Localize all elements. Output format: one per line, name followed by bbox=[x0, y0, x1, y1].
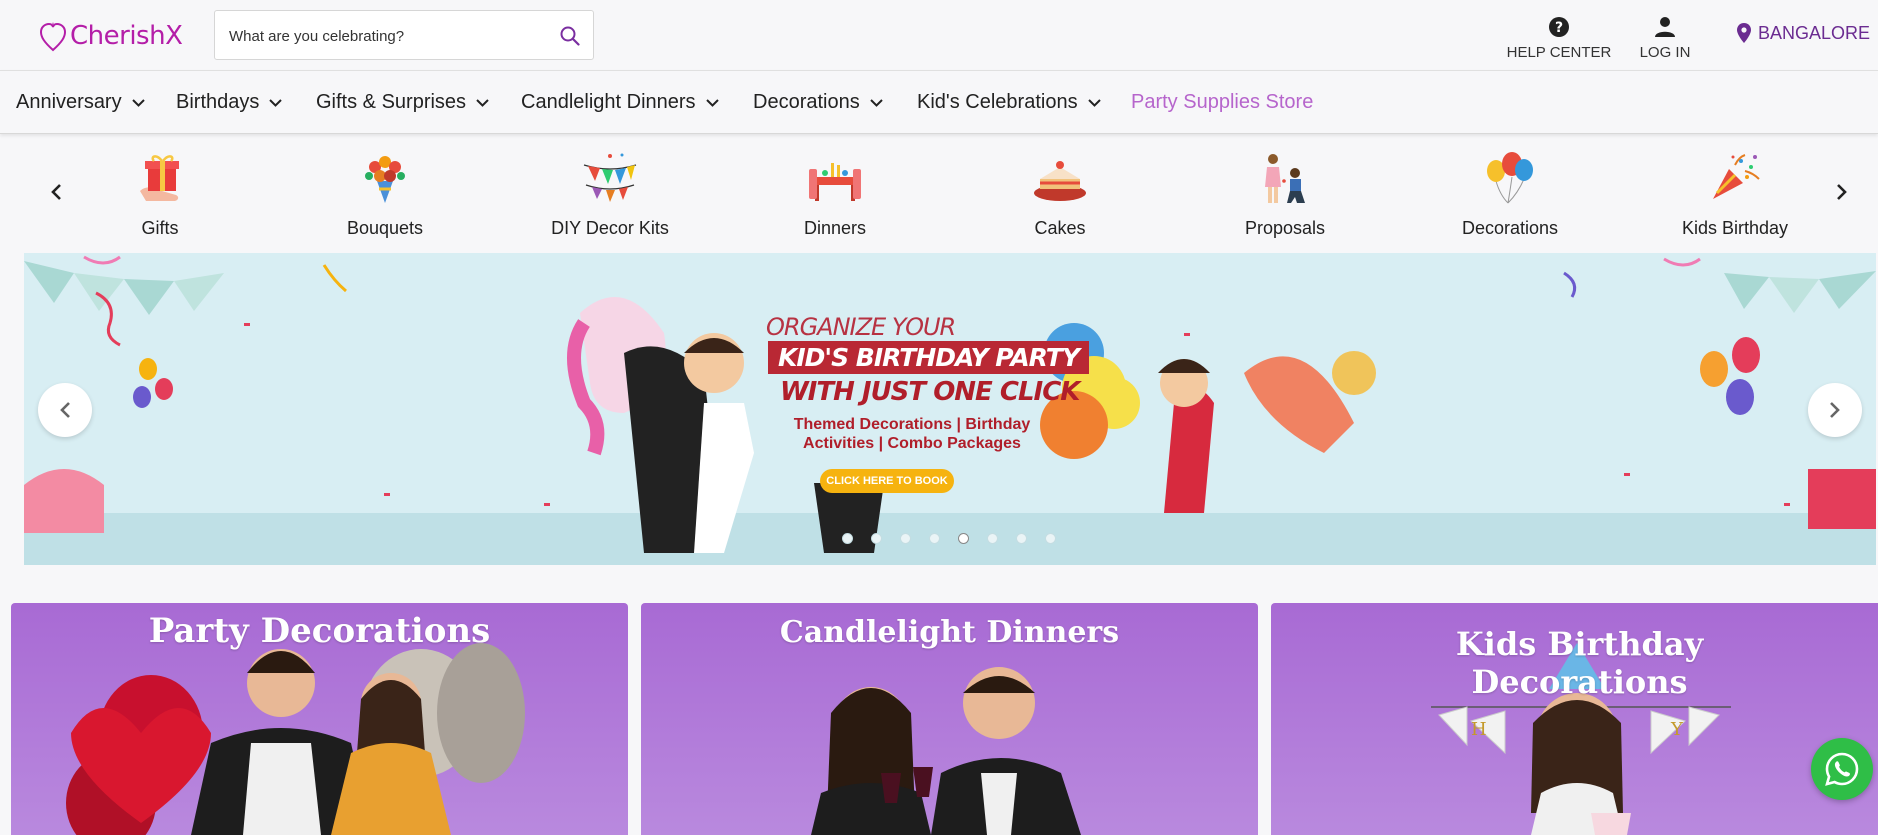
login-label: LOG IN bbox=[1639, 44, 1691, 61]
bunting-icon bbox=[580, 150, 640, 206]
carousel-dot[interactable] bbox=[900, 533, 911, 544]
help-center-link[interactable]: ? HELP CENTER bbox=[1504, 16, 1614, 61]
chevron-down-icon bbox=[131, 98, 145, 107]
svg-text:Y: Y bbox=[1670, 719, 1684, 740]
category-proposals[interactable]: Proposals bbox=[1185, 150, 1385, 239]
card-image-candlelight-dinners bbox=[811, 667, 1081, 835]
chevron-down-icon bbox=[1087, 98, 1101, 107]
heart-logo-icon bbox=[40, 22, 66, 52]
chevron-down-icon bbox=[705, 98, 719, 107]
banner-headline-2: KID'S BIRTHDAY PARTY bbox=[768, 341, 1089, 374]
category-cakes[interactable]: Cakes bbox=[960, 150, 1160, 239]
help-center-label: HELP CENTER bbox=[1506, 44, 1612, 61]
chevron-down-icon bbox=[870, 98, 883, 107]
whatsapp-icon bbox=[1825, 752, 1859, 786]
nav-item-birthdays[interactable]: Birthdays bbox=[176, 91, 283, 114]
nav-item-label: Kid's Celebrations bbox=[917, 91, 1078, 113]
card-title-line: Kids Birthday bbox=[1455, 625, 1704, 663]
category-diy-decor-kits[interactable]: DIY Decor Kits bbox=[510, 150, 710, 239]
confetti-decoration bbox=[24, 291, 1876, 553]
banner-headline-1: ORGANIZE YOUR bbox=[766, 313, 956, 341]
category-label: Cakes bbox=[1034, 218, 1086, 238]
category-label: Kids Birthday bbox=[1681, 218, 1789, 238]
login-link[interactable]: LOG IN bbox=[1620, 16, 1710, 61]
category-decorations[interactable]: Decorations bbox=[1410, 150, 1610, 239]
carousel-dots bbox=[842, 533, 1056, 544]
card-party-decorations[interactable]: Party Decorations bbox=[11, 603, 628, 835]
carousel-dot-active[interactable] bbox=[958, 533, 969, 544]
proposal-icon bbox=[1255, 150, 1315, 206]
brand-name: CherishX bbox=[70, 21, 183, 51]
search-box bbox=[214, 10, 594, 60]
category-label: Dinners bbox=[803, 218, 867, 238]
bouquet-icon bbox=[355, 150, 415, 206]
search-icon bbox=[560, 26, 580, 46]
nav-item-label: Birthdays bbox=[176, 91, 260, 113]
chevron-right-icon bbox=[1837, 184, 1847, 200]
nav-item-label: Candlelight Dinners bbox=[521, 91, 696, 113]
card-candlelight-dinners[interactable]: Candlelight Dinners bbox=[641, 603, 1258, 835]
svg-text:?: ? bbox=[1555, 20, 1563, 36]
category-label: Bouquets bbox=[346, 218, 424, 238]
city-selector[interactable]: BANGALORE bbox=[1736, 22, 1870, 44]
banner-subtitle: Themed Decorations | Birthday Activities… bbox=[793, 416, 1031, 452]
chevron-right-icon bbox=[1830, 402, 1840, 418]
carousel-dot[interactable] bbox=[929, 533, 940, 544]
banner-cta-button[interactable]: CLICK HERE TO BOOK bbox=[820, 469, 954, 493]
banner-headline-3: WITH JUST ONE CLICK bbox=[780, 377, 1080, 407]
category-label: DIY Decor Kits bbox=[551, 218, 669, 238]
help-icon: ? bbox=[1549, 17, 1569, 37]
category-label: Decorations bbox=[1461, 218, 1559, 238]
whatsapp-chat-button[interactable] bbox=[1811, 738, 1873, 800]
search-input[interactable] bbox=[229, 23, 539, 49]
location-pin-icon bbox=[1737, 23, 1751, 43]
nav-item-label: Anniversary bbox=[16, 91, 122, 113]
card-image-party-decorations bbox=[66, 643, 525, 835]
banner-prev-button[interactable] bbox=[38, 383, 92, 437]
nav-item-label: Decorations bbox=[753, 91, 860, 113]
category-label: Proposals bbox=[1244, 218, 1326, 238]
nav-item-label: Party Supplies Store bbox=[1131, 91, 1314, 113]
category-carousel: Gifts Bouquets DIY Decor Kits Dinners Ca… bbox=[0, 136, 1878, 248]
category-dinners[interactable]: Dinners bbox=[735, 150, 935, 239]
party-popper-icon bbox=[1705, 150, 1765, 206]
carousel-dot[interactable] bbox=[1016, 533, 1027, 544]
carousel-dot[interactable] bbox=[842, 533, 853, 544]
user-icon bbox=[1655, 17, 1675, 37]
nav-item-label: Gifts & Surprises bbox=[316, 91, 467, 113]
card-kids-birthday-decorations[interactable]: H Y Kids Birthday Decorations bbox=[1271, 603, 1878, 835]
city-name: BANGALORE bbox=[1758, 22, 1871, 43]
balloons-icon bbox=[1480, 150, 1540, 206]
chevron-down-icon bbox=[269, 98, 283, 107]
chevron-down-icon bbox=[476, 98, 489, 107]
banner-next-button[interactable] bbox=[1808, 383, 1862, 437]
search-button[interactable] bbox=[555, 21, 585, 51]
nav-item-kids-celebrations[interactable]: Kid's Celebrations bbox=[917, 91, 1101, 114]
category-kids-birthday[interactable]: Kids Birthday bbox=[1635, 150, 1835, 239]
dinner-table-icon bbox=[805, 150, 865, 206]
category-gifts[interactable]: Gifts bbox=[60, 150, 260, 239]
nav-item-decorations[interactable]: Decorations bbox=[753, 91, 883, 114]
main-nav: Anniversary Birthdays Gifts & Surprises … bbox=[0, 70, 1878, 134]
chevron-left-icon bbox=[60, 402, 70, 418]
card-title: Kids Birthday Decorations bbox=[1271, 625, 1878, 701]
nav-item-gifts-surprises[interactable]: Gifts & Surprises bbox=[316, 91, 489, 114]
gift-icon bbox=[130, 150, 190, 206]
svg-text:H: H bbox=[1471, 719, 1487, 740]
carousel-dot[interactable] bbox=[871, 533, 882, 544]
card-title-line: Decorations bbox=[1471, 663, 1688, 701]
carousel-dot[interactable] bbox=[1045, 533, 1056, 544]
nav-item-party-supplies-store[interactable]: Party Supplies Store bbox=[1131, 91, 1313, 114]
header: CherishX ? HELP CENTER LOG IN BANGALORE bbox=[0, 0, 1878, 70]
hero-banner[interactable]: ORGANIZE YOUR KID'S BIRTHDAY PARTY WITH … bbox=[24, 253, 1876, 565]
cake-icon bbox=[1030, 150, 1090, 206]
nav-item-candlelight-dinners[interactable]: Candlelight Dinners bbox=[521, 91, 719, 114]
category-label: Gifts bbox=[141, 218, 179, 238]
nav-item-anniversary[interactable]: Anniversary bbox=[16, 91, 145, 114]
brand-logo[interactable]: CherishX bbox=[40, 18, 183, 54]
carousel-dot[interactable] bbox=[987, 533, 998, 544]
category-bouquets[interactable]: Bouquets bbox=[285, 150, 485, 239]
category-next-button[interactable] bbox=[1830, 180, 1854, 204]
